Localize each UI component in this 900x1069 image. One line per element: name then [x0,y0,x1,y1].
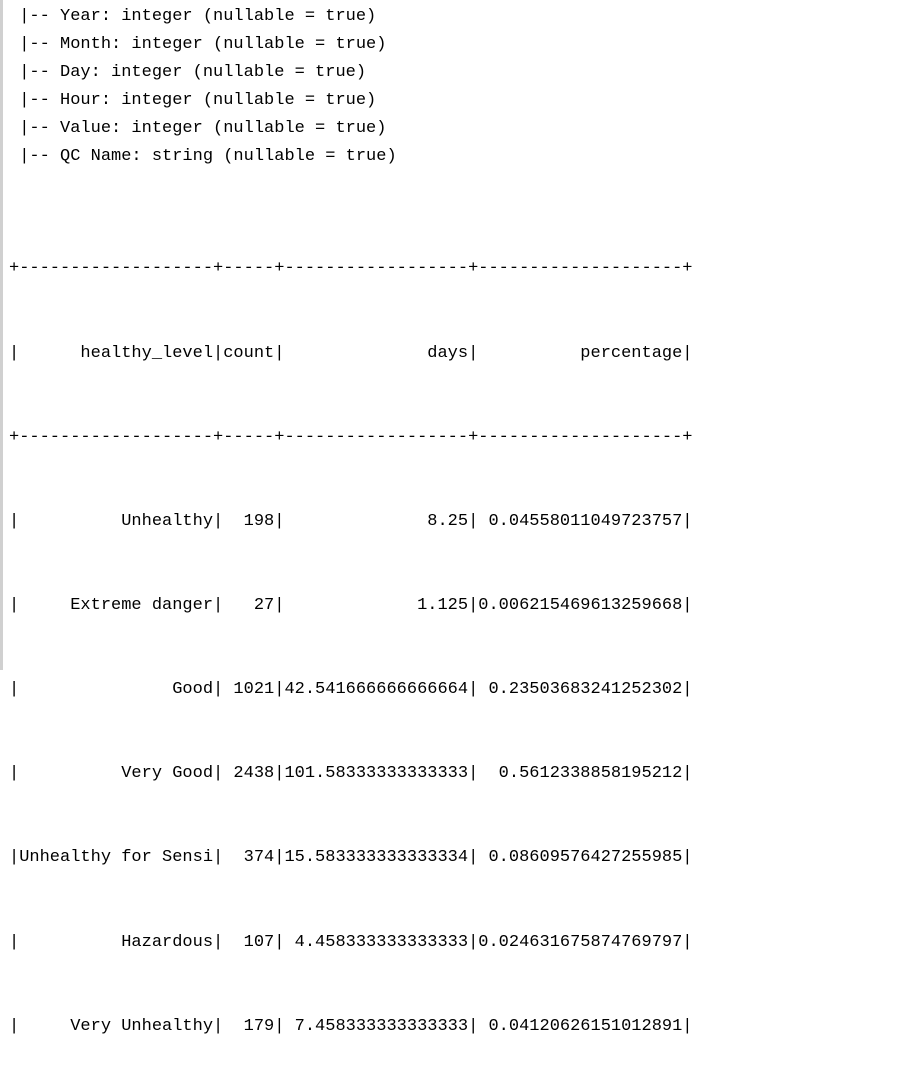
blank-line [9,171,900,199]
schema-field-day: |-- Day: integer (nullable = true) [9,59,900,87]
table-header: | healthy_level|count| days| percentage| [9,340,900,368]
table-block: +-------------------+-----+-------------… [9,199,900,1068]
table-row: | Very Good| 2438|101.58333333333333| 0.… [9,760,900,788]
schema-field-qcname: |-- QC Name: string (nullable = true) [9,143,900,171]
schema-field-year: |-- Year: integer (nullable = true) [9,3,900,31]
schema-field-month: |-- Month: integer (nullable = true) [9,31,900,59]
schema-field-value: |-- Value: integer (nullable = true) [9,115,900,143]
schema-field-hour: |-- Hour: integer (nullable = true) [9,87,900,115]
table-row: | Good| 1021|42.541666666666664| 0.23503… [9,676,900,704]
schema-block: |-- Year: integer (nullable = true) |-- … [9,0,900,171]
table-row: | Extreme danger| 27| 1.125|0.0062154696… [9,592,900,620]
table-row: | Unhealthy| 198| 8.25| 0.04558011049723… [9,508,900,536]
table-border-header: +-------------------+-----+-------------… [9,424,900,452]
table-row: | Very Unhealthy| 179| 7.458333333333333… [9,1013,900,1041]
table-row: | Hazardous| 107| 4.458333333333333|0.02… [9,929,900,957]
table-border-top: +-------------------+-----+-------------… [9,255,900,283]
table-row: |Unhealthy for Sensi| 374|15.58333333333… [9,844,900,872]
